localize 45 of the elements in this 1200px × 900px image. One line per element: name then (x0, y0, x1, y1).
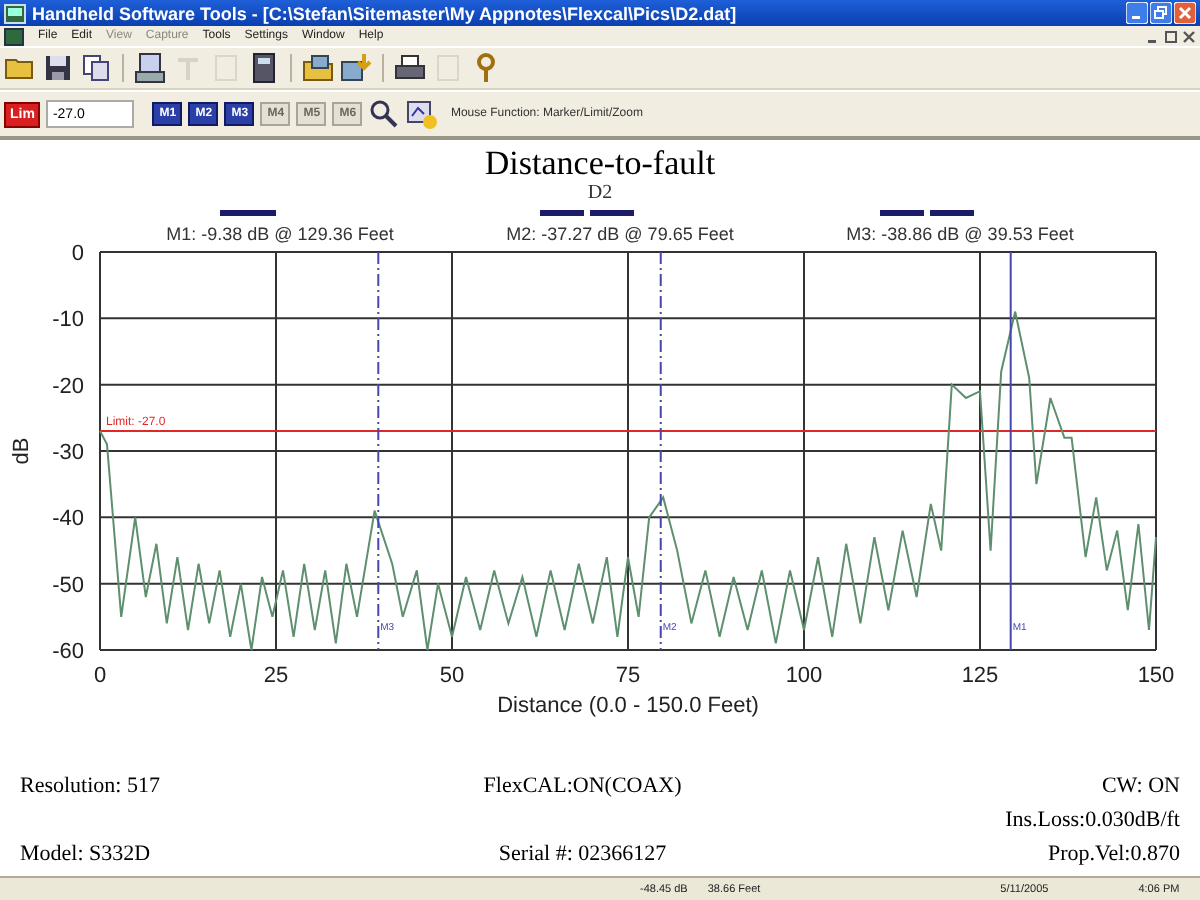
x-tick-label: 75 (615, 664, 641, 688)
info-text: Model: S332D (20, 842, 153, 866)
close-button[interactable] (1174, 2, 1196, 24)
restore-icon[interactable] (1164, 29, 1178, 43)
x-tick-label: 150 (1137, 664, 1175, 688)
copy-icon[interactable] (80, 52, 112, 84)
document-icon (4, 27, 24, 45)
instrument-icon[interactable] (134, 52, 166, 84)
window-title: Handheld Software Tools - [C:\Stefan\Sitemaster\My Appnotes\Flexcal\Pics\D2.dat] (32, 3, 737, 23)
y-tick-label: 0 (71, 242, 84, 266)
minimize-button[interactable] (1126, 2, 1148, 24)
info-text: CW: ON (1101, 774, 1180, 798)
y-tick-label: -30 (52, 441, 84, 465)
info-text: Resolution: 517 (20, 774, 160, 798)
app-icon (4, 3, 26, 23)
y-tick-label: -40 (52, 507, 84, 532)
y-tick-label: -60 (52, 640, 84, 664)
chart-title: Distance-to-fault (484, 146, 716, 182)
printer-icon[interactable] (394, 52, 426, 84)
x-axis-label: Distance (0.0 - 150.0 Feet) (497, 694, 759, 718)
y-tick-label: -20 (52, 374, 84, 399)
marker-readout: M3: -38.86 dB @ 39.53 Feet (846, 224, 1074, 244)
restore-button[interactable] (1150, 2, 1172, 24)
marker-readout: M2: -37.27 dB @ 79.65 Feet (506, 224, 734, 244)
calculator-icon[interactable] (248, 52, 280, 84)
chart-subtitle: D2 (587, 182, 613, 204)
y-tick-label: -50 (52, 573, 84, 598)
zoom-icon[interactable] (368, 98, 401, 130)
close-icon[interactable] (1182, 29, 1196, 43)
y-tick-label: -10 (52, 308, 84, 333)
info-text: FlexCAL:ON(COAX) (483, 774, 682, 798)
x-tick-label: 125 (961, 664, 999, 688)
folder-image-icon[interactable] (302, 52, 334, 84)
x-tick-label: 0 (93, 664, 107, 688)
x-tick-label: 50 (439, 664, 465, 688)
cursor-chart-icon[interactable] (406, 98, 439, 130)
image-arrow-icon[interactable] (340, 52, 372, 84)
y-axis-label: dB (10, 437, 34, 465)
info-text: Serial #: 02366127 (498, 842, 667, 866)
save-icon[interactable] (42, 52, 74, 84)
info-text: Ins.Loss:0.030dB/ft (1005, 808, 1180, 832)
x-tick-label: 25 (263, 664, 289, 688)
info-text: Prop.Vel:0.870 (1047, 842, 1180, 866)
marker-readout: M1: -9.38 dB @ 129.36 Feet (166, 224, 394, 244)
x-tick-label: 100 (785, 664, 823, 688)
